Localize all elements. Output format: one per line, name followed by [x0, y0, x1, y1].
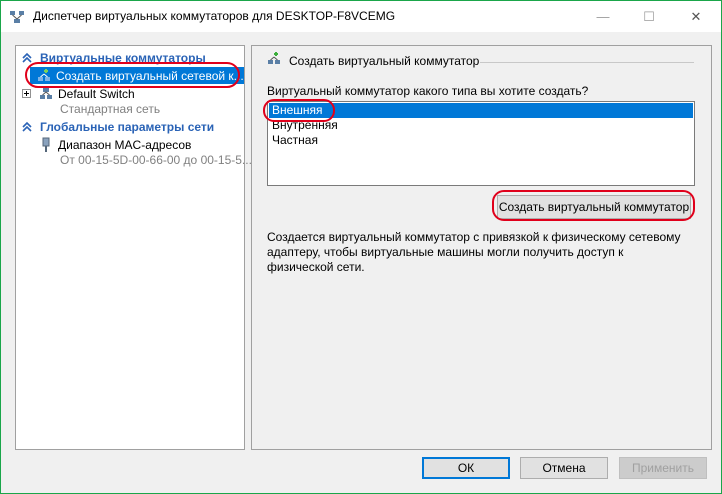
tree-item-create-switch-label: Создать виртуальный сетевой к...	[56, 68, 244, 83]
switch-icon	[38, 86, 54, 102]
collapse-chevron-icon	[20, 120, 34, 134]
section-global-network[interactable]: Глобальные параметры сети	[20, 119, 214, 135]
maximize-button[interactable]: ☐	[626, 1, 672, 32]
create-virtual-switch-button[interactable]: Создать виртуальный коммутатор	[497, 195, 691, 219]
section-global-network-label: Глобальные параметры сети	[40, 120, 215, 134]
section-virtual-switches-label: Виртуальные коммутаторы	[40, 51, 206, 65]
tree-item-mac-range[interactable]: Диапазон MAC-адресов	[38, 136, 191, 153]
title-bar: Диспетчер виртуальных коммутаторов для D…	[1, 1, 721, 32]
group-divider	[480, 62, 694, 63]
ok-button[interactable]: ОК	[422, 457, 510, 479]
window-title: Диспетчер виртуальных коммутаторов для D…	[33, 9, 396, 23]
switch-type-prompt: Виртуальный коммутатор какого типа вы хо…	[267, 84, 589, 98]
network-adapter-icon	[38, 137, 54, 153]
section-virtual-switches[interactable]: Виртуальные коммутаторы	[20, 50, 206, 66]
minimize-button[interactable]: —	[580, 1, 626, 32]
collapse-chevron-icon	[20, 51, 34, 65]
option-private[interactable]: Частная	[269, 133, 693, 148]
new-switch-icon	[266, 51, 282, 67]
option-external[interactable]: Внешняя	[269, 103, 693, 118]
new-switch-icon	[36, 68, 52, 84]
group-title: Создать виртуальный коммутатор	[289, 54, 480, 68]
mac-range-label: Диапазон MAC-адресов	[58, 137, 192, 152]
switch-description: Создается виртуальный коммутатор с привя…	[267, 230, 681, 274]
default-switch-subtitle: Стандартная сеть	[60, 102, 161, 116]
mac-range-subtitle: От 00-15-5D-00-66-00 до 00-15-5...	[60, 153, 252, 167]
cancel-button[interactable]: Отмена	[520, 457, 608, 479]
option-internal[interactable]: Внутренняя	[269, 118, 693, 133]
expand-icon[interactable]	[22, 89, 31, 98]
tree-item-default-switch[interactable]: Default Switch	[38, 85, 135, 102]
default-switch-label: Default Switch	[58, 86, 135, 101]
switch-manager-window: Диспетчер виртуальных коммутаторов для D…	[0, 0, 722, 494]
switch-type-listbox[interactable]: Внешняя Внутренняя Частная	[267, 101, 695, 186]
navigation-tree: Виртуальные коммутаторы Создать виртуаль…	[15, 45, 252, 450]
tree-item-create-switch[interactable]: Создать виртуальный сетевой к...	[30, 67, 244, 84]
details-pane: Создать виртуальный коммутатор Виртуальн…	[251, 45, 712, 450]
close-button[interactable]: ✕	[673, 1, 719, 32]
apply-button[interactable]: Применить	[619, 457, 707, 479]
switch-manager-icon	[9, 9, 25, 25]
